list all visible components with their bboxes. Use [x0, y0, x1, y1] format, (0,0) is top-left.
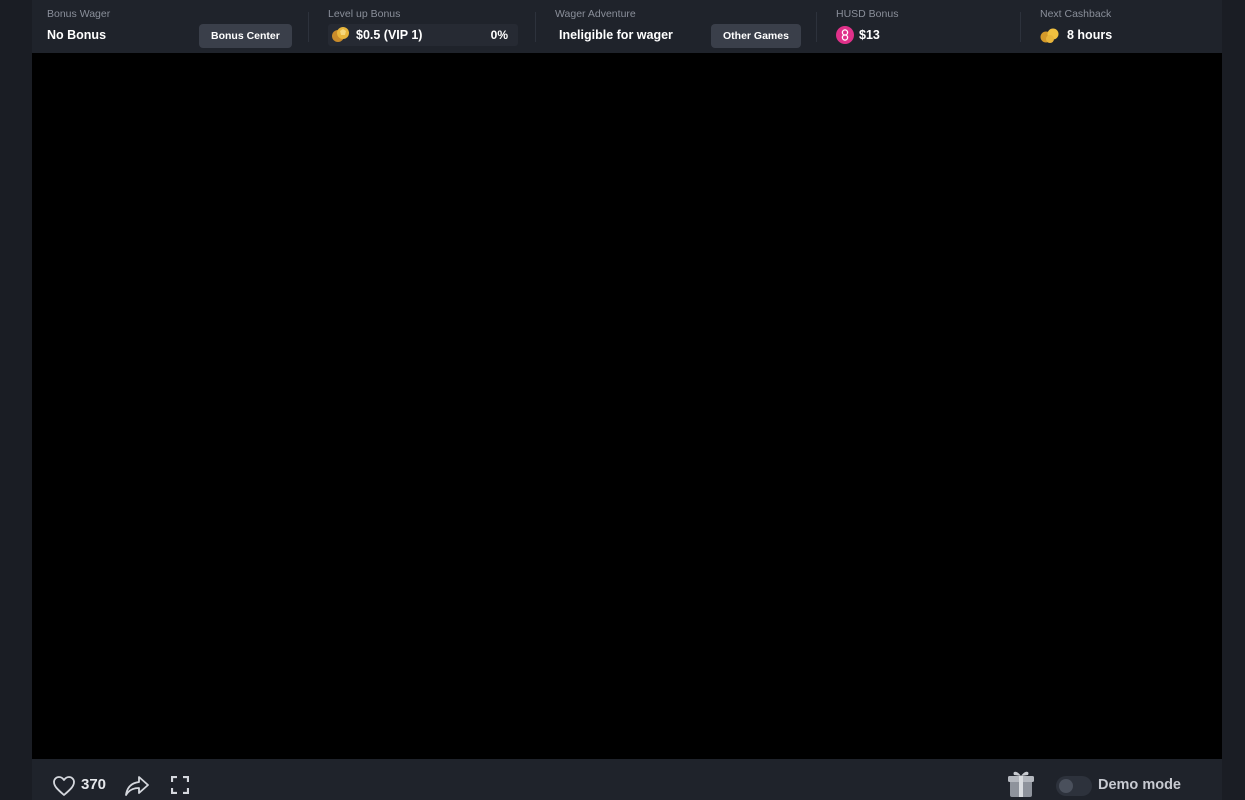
- game-page: Bonus Wager No Bonus Bonus Center Level …: [0, 0, 1245, 800]
- level-up-label: Level up Bonus: [328, 8, 401, 20]
- wager-adventure-label: Wager Adventure: [555, 8, 636, 20]
- level-up-progress-bar: $0.5 (VIP 1) 0%: [328, 24, 518, 46]
- heart-icon[interactable]: [52, 775, 76, 800]
- next-cashback-value: 8 hours: [1067, 28, 1113, 42]
- bonus-wager-value: No Bonus: [47, 28, 107, 42]
- bonus-info-bar: Bonus Wager No Bonus Bonus Center Level …: [32, 0, 1222, 53]
- level-up-value: $0.5 (VIP 1): [356, 28, 423, 42]
- level-up-progress-text: 0%: [490, 28, 508, 42]
- section-divider: [1020, 12, 1021, 42]
- wager-adventure-section: Wager Adventure Ineligible for wager Oth…: [555, 0, 801, 53]
- game-controls-bar: 370 Demo mode: [32, 759, 1222, 800]
- bonus-wager-label: Bonus Wager: [47, 8, 111, 20]
- bonus-center-button[interactable]: Bonus Center: [199, 24, 292, 48]
- other-games-button[interactable]: Other Games: [711, 24, 801, 48]
- gift-icon[interactable]: [1007, 769, 1035, 800]
- husd-bonus-section: HUSD Bonus $13: [836, 0, 996, 53]
- share-icon[interactable]: [124, 774, 150, 800]
- demo-mode-toggle-knob: [1059, 779, 1073, 793]
- next-cashback-label: Next Cashback: [1040, 8, 1112, 20]
- vip-coin-icon: [331, 26, 351, 49]
- section-divider: [816, 12, 817, 42]
- like-count: 370: [81, 776, 107, 793]
- demo-mode-label: Demo mode: [1098, 777, 1181, 793]
- cashback-coin-icon: [1040, 26, 1060, 49]
- section-divider: [535, 12, 536, 42]
- bonus-wager-section: Bonus Wager No Bonus Bonus Center: [47, 0, 292, 53]
- demo-mode-toggle[interactable]: [1056, 776, 1092, 796]
- next-cashback-section: Next Cashback 8 hours: [1040, 0, 1200, 53]
- wager-adventure-value: Ineligible for wager: [559, 28, 673, 42]
- husd-coin-icon: [836, 26, 854, 44]
- level-up-section: Level up Bonus $0.5 (VIP 1) 0%: [328, 0, 518, 53]
- fullscreen-icon[interactable]: [170, 775, 190, 799]
- game-canvas[interactable]: [32, 53, 1222, 759]
- section-divider: [308, 12, 309, 42]
- husd-bonus-value: $13: [859, 28, 880, 42]
- husd-bonus-label: HUSD Bonus: [836, 8, 899, 20]
